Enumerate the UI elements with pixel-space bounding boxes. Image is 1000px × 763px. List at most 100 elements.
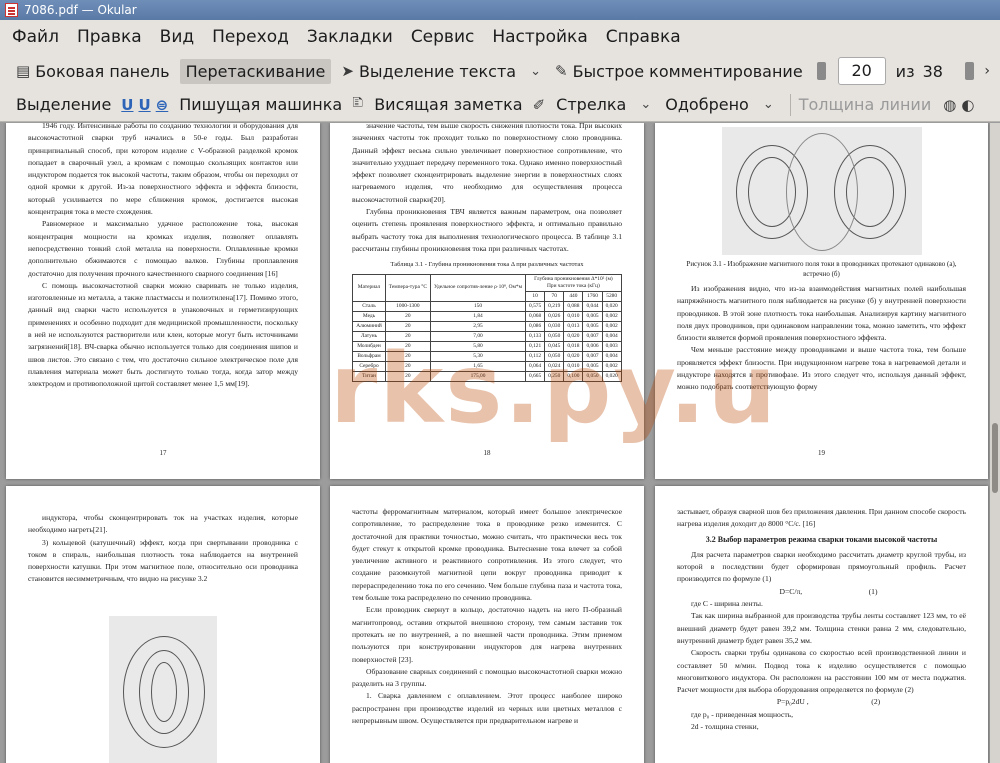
table-cell: 0,020 — [601, 300, 622, 312]
table-cell: 0,045 — [544, 340, 565, 352]
popup-note-label: Висящая заметка — [374, 95, 523, 114]
page-text: Для расчета параметров сварки необходимо… — [677, 549, 966, 584]
table-cell: 2,95 — [429, 320, 527, 332]
table-cell: 0,004 — [601, 330, 622, 342]
table-cell: 0,050 — [544, 350, 565, 362]
drag-mode-label: Перетаскивание — [185, 61, 326, 81]
table-freq: 70 — [544, 290, 565, 302]
table-cell: 0,088 — [563, 300, 584, 312]
pdf-page-22: застывает, образуя сварной шов без прило… — [655, 486, 988, 763]
table-cell: Серебро — [352, 360, 386, 372]
selection-label: Выделение — [16, 95, 112, 114]
table-cell: 20 — [384, 360, 431, 372]
typewriter-button[interactable]: Пишущая машинка — [173, 92, 348, 117]
sidebar-icon: ▤ — [16, 62, 31, 80]
table-cell: 20 — [384, 350, 431, 362]
page-text: Глубина проникновения ТВЧ является важны… — [352, 207, 622, 253]
table-header: Материал — [352, 273, 386, 302]
table-cell: 0,007 — [582, 350, 603, 362]
text-select-button[interactable]: ➤ Выделение текста — [335, 59, 522, 84]
page-number-input[interactable]: 20 — [837, 57, 886, 85]
page-number: 18 — [483, 448, 491, 457]
table-cell: 20 — [384, 370, 431, 382]
brush-icon: ✐ — [532, 95, 546, 114]
arrow-button[interactable]: Стрелка — [550, 92, 632, 117]
table-cell: 0,002 — [601, 360, 622, 372]
menu-help[interactable]: Справка — [606, 27, 681, 47]
palette-icon[interactable]: ◍ — [943, 96, 956, 114]
quick-comment-label: Быстрое комментирование — [572, 61, 803, 81]
arrow-chevron-down-icon[interactable]: ⌄ — [640, 97, 651, 112]
page-text: Скорость сварки трубы одинакова со скоро… — [677, 648, 966, 695]
pdf-page-18: значение частоты, тем выше скорость сниж… — [330, 123, 644, 479]
scrollbar-thumb[interactable] — [992, 423, 998, 493]
strikeout-icon[interactable]: ⊜ — [156, 96, 169, 114]
table-row: Сталь 1000-1300 150 0,575 0,219 0,088 0,044 0,0… — [352, 300, 622, 312]
page-text: 1. Сварка давлением с оплавлением. Этот … — [352, 691, 622, 726]
table-cell: 0,044 — [582, 300, 603, 312]
menu-view[interactable]: Вид — [160, 27, 194, 47]
table-cell: 20 — [384, 320, 431, 332]
menu-settings[interactable]: Настройка — [492, 27, 587, 47]
page-prev-spinner[interactable] — [816, 62, 826, 80]
table-cell: 0,064 — [525, 360, 546, 372]
page-text: Образование сварных соединений с помощью… — [352, 666, 622, 689]
page-text: где С - ширина ленты. — [691, 599, 763, 609]
table-cell: 1000-1300 — [384, 300, 431, 312]
menu-file[interactable]: Файл — [12, 27, 59, 47]
toolbar-overflow-icon[interactable]: › — [984, 63, 990, 79]
table-cell: 0,010 — [563, 310, 584, 322]
table-cell: 0,665 — [525, 370, 546, 382]
table-cell: 7,00 — [429, 330, 527, 342]
quick-comment-button[interactable]: ✎ Быстрое комментирование — [549, 59, 809, 84]
opacity-icon[interactable]: ◐ — [961, 96, 974, 114]
document-view[interactable]: 1946 году. Интенсивные работы по создани… — [0, 123, 990, 763]
menu-tools[interactable]: Сервис — [411, 27, 475, 47]
table-row: Титан 20 175,00 0,665 0,250 0,100 0,050 0,020 — [352, 370, 622, 382]
okular-app-icon — [5, 3, 18, 17]
table-cell: 0,004 — [601, 350, 622, 362]
table-cell: 0,003 — [601, 340, 622, 352]
menu-bookmarks[interactable]: Закладки — [307, 27, 393, 47]
table-cell: 0,050 — [544, 330, 565, 342]
table-cell: Медь — [352, 310, 386, 322]
table-cell: 0,020 — [563, 330, 584, 342]
page-text: где p₀ - приведенная мощность, — [691, 709, 794, 719]
table-freq: 1760 — [582, 290, 603, 302]
stamp-button[interactable]: Одобрено — [659, 92, 755, 117]
table-cell: 0,133 — [525, 330, 546, 342]
sidebar-label: Боковая панель — [35, 61, 170, 81]
table-row: Вольфрам 20 5,30 0,112 0,050 0,020 0,007 0,004 — [352, 350, 622, 362]
table-header-depth: Глубина проникновения Δ*10² (м) — [534, 275, 613, 282]
pdf-page-19: Рисунок 3.1 - Изображение магнитного пол… — [655, 123, 988, 479]
sidebar-button[interactable]: ▤ Боковая панель — [10, 59, 176, 84]
menu-edit[interactable]: Правка — [77, 27, 142, 47]
line-width-button[interactable]: Толщина линии — [799, 95, 932, 114]
stamp-chevron-down-icon[interactable]: ⌄ — [763, 97, 774, 112]
magnetic-field-figure — [721, 127, 922, 255]
drag-mode-button[interactable]: Перетаскивание — [179, 58, 332, 84]
formula-1: D=C/π, (1) — [779, 586, 878, 596]
table-cell: 0,030 — [544, 320, 565, 332]
menu-go[interactable]: Переход — [212, 27, 289, 47]
figure-caption: Рисунок 3.1 - Изображение магнитного пол… — [686, 260, 957, 278]
text-select-label: Выделение текста — [358, 61, 517, 81]
table-cell: 0,013 — [563, 320, 584, 332]
chevron-down-icon[interactable]: ⌄ — [530, 64, 541, 79]
toolbar-separator — [789, 93, 791, 116]
table-cell: Титан — [352, 370, 386, 382]
window-titlebar: 7086.pdf — Okular — [0, 0, 1000, 20]
vertical-scrollbar[interactable] — [990, 123, 1000, 763]
page-text: 2d - толщина стенки, — [691, 722, 759, 732]
table-row: Серебро 20 1,65 0,064 0,024 0,010 0,005 0,002 — [352, 360, 622, 372]
table-cell: 0,068 — [525, 310, 546, 322]
selection-button[interactable]: Выделение — [10, 92, 117, 117]
coil-field-figure — [109, 615, 217, 763]
table-cell: 1,84 — [429, 310, 527, 322]
underline-icon[interactable]: U — [121, 96, 133, 114]
table-cell: 0,020 — [601, 370, 622, 382]
squiggle-underline-icon[interactable]: U — [138, 96, 150, 114]
page-next-spinner[interactable] — [964, 62, 974, 80]
page-number: 17 — [159, 448, 167, 457]
popup-note-button[interactable]: Висящая заметка — [368, 92, 528, 117]
